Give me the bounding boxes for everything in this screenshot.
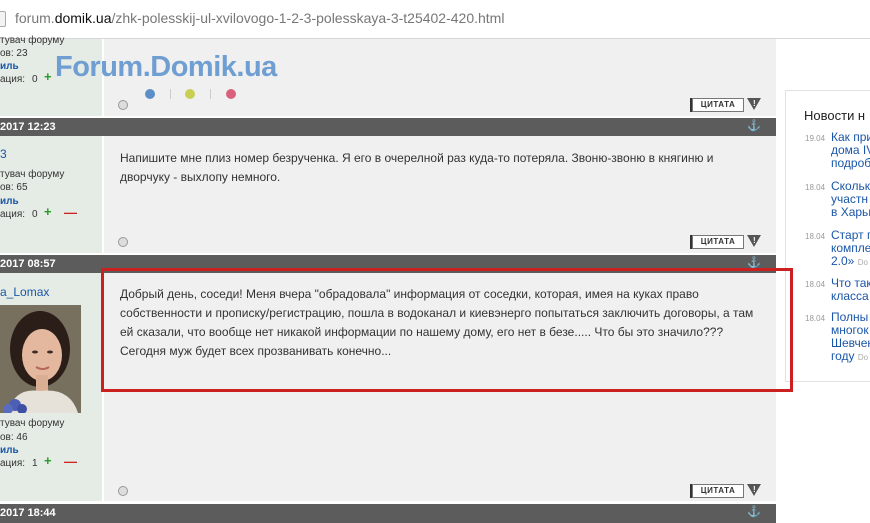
news-item-line: класса xyxy=(831,289,869,303)
post3-username[interactable]: a_Lomax xyxy=(0,285,49,299)
post3-rating-value: 1 xyxy=(32,458,38,469)
news-item-link[interactable]: Полны многок Шевчен году Do xyxy=(831,311,870,364)
post4-date: 2017 18:44 xyxy=(0,507,56,519)
post3-user-posts: ов: 46 xyxy=(0,432,28,443)
post1-rate-plus-button[interactable]: + xyxy=(44,69,52,84)
post2-rate-minus-button[interactable]: — xyxy=(64,205,77,220)
news-item-source: Do xyxy=(857,258,868,267)
post2-status-icon xyxy=(118,237,128,247)
post2-date-bar: 2017 12:23 ⚓ xyxy=(0,118,776,136)
post1-rating-value: 0 xyxy=(32,74,38,85)
post2-username[interactable]: 3 xyxy=(0,147,7,161)
post2-text-line2: дворчуку - выхлопу немного. xyxy=(120,170,281,184)
post2-profile-link[interactable]: иль xyxy=(0,196,19,207)
post2-user-posts: ов: 65 xyxy=(0,182,28,193)
browser-address-bar[interactable]: forum.domik.ua/zhk-polesskij-ul-xvilovog… xyxy=(0,0,870,39)
news-item-date: 18.04 xyxy=(805,280,826,289)
post2-anchor-icon[interactable]: ⚓ xyxy=(747,119,761,132)
post3-rate-minus-button[interactable]: — xyxy=(64,454,77,469)
post1-quote-button[interactable]: ЦИТАТА xyxy=(692,98,744,112)
post1-user-posts: ов: 23 xyxy=(0,48,28,59)
post2-rating-value: 0 xyxy=(32,209,38,220)
news-item-link[interactable]: Как при дома IV подроб xyxy=(831,131,870,170)
post1-user-rank: тувач форуму xyxy=(0,35,65,46)
news-item-date: 18.04 xyxy=(805,232,826,241)
post4-anchor-icon[interactable]: ⚓ xyxy=(747,505,761,518)
news-item-link[interactable]: Скольк участн в Харьк xyxy=(831,180,870,219)
news-item-date: 19.04 xyxy=(805,134,826,143)
post2-text-line1: Напишите мне плиз номер безрученка. Я ег… xyxy=(120,151,714,165)
post1-status-icon xyxy=(118,100,128,110)
post2-user-rank: тувач форуму xyxy=(0,169,65,180)
avatar-photo xyxy=(0,305,81,413)
post2-rate-plus-button[interactable]: + xyxy=(44,204,52,219)
post3-rate-plus-button[interactable]: + xyxy=(44,453,52,468)
post3-report-icon[interactable]: ! xyxy=(747,484,761,496)
post3-quote-button[interactable]: ЦИТАТА xyxy=(692,484,744,498)
logo-dot-yellow xyxy=(185,89,195,99)
post2-date: 2017 12:23 xyxy=(0,121,56,133)
post4-date-bar: 2017 18:44 ⚓ xyxy=(0,504,776,523)
news-item-date: 18.04 xyxy=(805,314,826,323)
news-panel-title: Новости н xyxy=(804,108,866,123)
post2-user-column xyxy=(0,136,102,253)
news-panel: Новости н 19.04 Как при дома IV подроб 1… xyxy=(785,90,870,382)
logo-dot-pink xyxy=(226,89,236,99)
news-item-line: в Харьк xyxy=(831,205,870,219)
post3-rating-label: ация: xyxy=(0,458,26,469)
post3-status-icon xyxy=(118,486,128,496)
post2-quote-button[interactable]: ЦИТАТА xyxy=(692,235,744,249)
post3-avatar[interactable] xyxy=(0,305,81,413)
news-item-source: Do xyxy=(857,353,869,362)
logo-divider xyxy=(170,89,171,99)
post3-profile-link[interactable]: иль xyxy=(0,445,19,456)
post3-user-rank: тувач форуму xyxy=(0,418,65,429)
post3-date: 2017 08:57 xyxy=(0,258,56,270)
post1-report-icon[interactable]: ! xyxy=(747,98,761,110)
news-item-line: подроб xyxy=(831,156,870,170)
news-item-link[interactable]: Старт п компле 2.0» Do xyxy=(831,229,870,269)
post1-rating-label: ация: xyxy=(0,74,26,85)
page-icon xyxy=(0,11,6,27)
news-item-link[interactable]: Что так класса xyxy=(831,277,870,303)
logo-dot-blue xyxy=(145,89,155,99)
logo-divider xyxy=(210,89,211,99)
news-item-line: году xyxy=(831,349,855,363)
post2-rating-label: ация: xyxy=(0,209,26,220)
news-item-line: 2.0» xyxy=(831,254,855,268)
site-logo[interactable]: Forum.Domik.ua xyxy=(55,51,277,84)
news-item-date: 18.04 xyxy=(805,183,826,192)
post2-report-icon[interactable]: ! xyxy=(747,235,761,247)
url-text[interactable]: forum.domik.ua/zhk-polesskij-ul-xvilovog… xyxy=(15,10,504,26)
post1-profile-link[interactable]: иль xyxy=(0,61,19,72)
highlight-box xyxy=(101,268,793,392)
